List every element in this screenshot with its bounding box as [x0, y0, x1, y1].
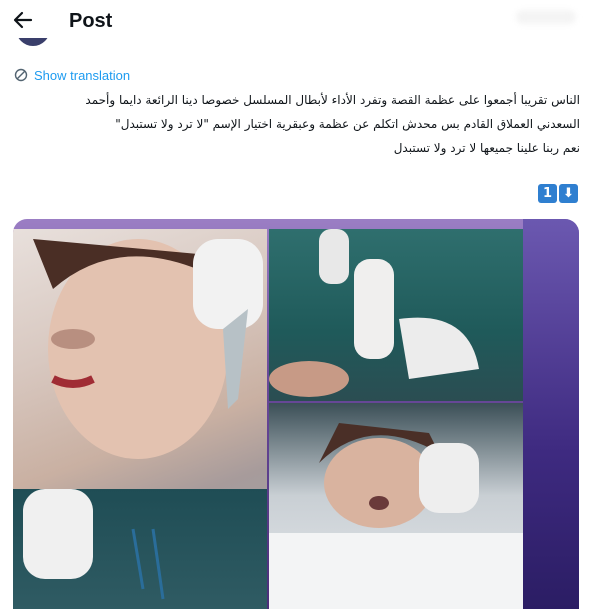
show-translation-link[interactable]: Show translation — [14, 66, 130, 84]
post-line: الناس تقريبا أجمعوا على عظمة القصة وتفرد… — [85, 93, 580, 107]
photo-panel-bottom-left — [13, 489, 267, 609]
back-button[interactable] — [10, 7, 36, 33]
translate-icon — [14, 68, 28, 82]
post-image[interactable] — [13, 219, 579, 609]
arrow-left-icon — [13, 11, 33, 29]
image-border-decoration — [523, 219, 579, 609]
top-bar: Post — [0, 0, 594, 44]
down-arrow-emoji: ⬇ — [559, 184, 578, 203]
post-line: نعم ربنا علينا جميعها لا ترد ولا تستبدل — [393, 141, 580, 155]
show-translation-label: Show translation — [34, 67, 131, 83]
post-body: الناس تقريبا أجمعوا على عظمة القصة وتفرد… — [14, 88, 580, 160]
photo-panel-bottom-right — [269, 403, 523, 609]
avatar[interactable] — [16, 38, 50, 48]
keycap-one-emoji: 1 — [538, 184, 557, 203]
post-line: السعدني العملاق القادم بس محدش اتكلم عن … — [115, 117, 580, 131]
emoji-row: 1 ⬇ — [538, 184, 578, 203]
page-title: Post — [69, 10, 113, 32]
photo-panel-top-right — [269, 229, 523, 401]
blurred-header-area — [516, 10, 576, 24]
